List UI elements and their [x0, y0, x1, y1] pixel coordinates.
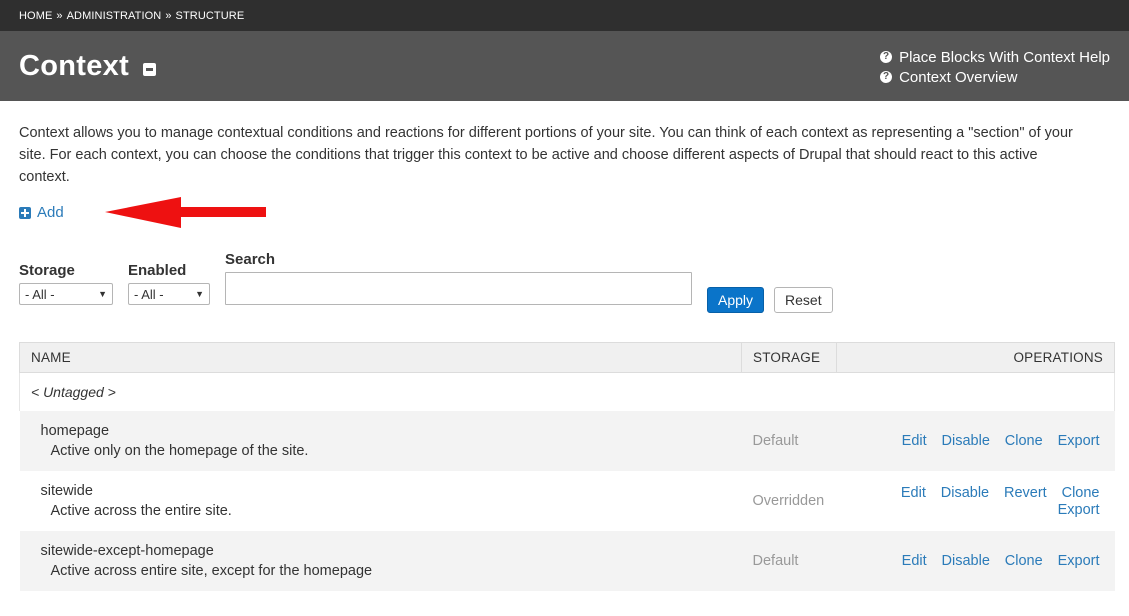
page-header: Context ? Place Blocks With Context Help…: [0, 31, 1129, 101]
intro-text: Context allows you to manage contextual …: [19, 125, 1073, 185]
disable-link[interactable]: Disable: [942, 433, 990, 449]
export-link[interactable]: Export: [1058, 433, 1100, 449]
storage-cell: Default: [741, 410, 837, 471]
help-links: ? Place Blocks With Context Help ? Conte…: [880, 47, 1110, 86]
storage-select-value: - All -: [25, 286, 55, 302]
storage-cell: Default: [741, 530, 837, 591]
breadcrumb-separator: »: [165, 9, 172, 22]
enabled-select[interactable]: - All - ▼: [128, 283, 210, 305]
name-cell: homepage Active only on the homepage of …: [19, 410, 742, 471]
storage-cell: Overridden: [741, 470, 837, 531]
page-title-wrap: Context: [19, 49, 157, 83]
caret-down-icon: ▼: [195, 289, 204, 299]
storage-filter-label: Storage: [19, 262, 75, 279]
disable-link[interactable]: Disable: [942, 553, 990, 569]
context-description: Active across the entire site.: [50, 502, 232, 519]
caret-down-icon: ▼: [98, 289, 107, 299]
context-name: homepage: [40, 422, 110, 439]
table-row: sitewide-except-homepage Active across e…: [19, 530, 1115, 591]
breadcrumb-administration[interactable]: ADMINISTRATION: [67, 10, 162, 22]
help-link-label: Place Blocks With Context Help: [899, 48, 1110, 66]
storage-filter: Storage - All - ▼: [19, 262, 113, 305]
table-row: sitewide Active across the entire site. …: [19, 470, 1115, 531]
plus-icon: [19, 206, 31, 219]
storage-select[interactable]: - All - ▼: [19, 283, 113, 305]
context-table: NAME STORAGE OPERATIONS < Untagged > hom…: [19, 342, 1115, 591]
tag-group-label: < Untagged >: [19, 372, 1115, 411]
search-input[interactable]: [225, 272, 692, 305]
search-filter-label: Search: [225, 251, 276, 268]
breadcrumb: HOME » ADMINISTRATION » STRUCTURE: [0, 0, 1129, 31]
context-description: Active only on the homepage of the site.: [50, 442, 309, 459]
breadcrumb-structure[interactable]: STRUCTURE: [176, 10, 245, 22]
name-cell: sitewide-except-homepage Active across e…: [19, 530, 742, 591]
tag-group-row: < Untagged >: [19, 372, 1115, 411]
operations-cell: Edit Disable Revert Clone Export: [836, 470, 1115, 531]
filter-form: Storage - All - ▼ Enabled - All - ▼ Sear…: [19, 245, 1110, 313]
apply-button[interactable]: Apply: [707, 287, 765, 313]
storage-column-header[interactable]: STORAGE: [741, 342, 837, 373]
name-column-header[interactable]: NAME: [19, 342, 742, 373]
clone-link[interactable]: Clone: [1005, 553, 1043, 569]
export-link[interactable]: Export: [1058, 553, 1100, 569]
context-name: sitewide: [40, 482, 93, 499]
enabled-filter-label: Enabled: [128, 262, 187, 279]
operations-column-header: OPERATIONS: [836, 342, 1115, 373]
disable-link[interactable]: Disable: [941, 485, 989, 501]
context-description: Active across entire site, except for th…: [50, 562, 373, 579]
add-context-link[interactable]: Add: [19, 204, 64, 221]
place-blocks-help-link[interactable]: ? Place Blocks With Context Help: [880, 49, 1110, 66]
enabled-filter: Enabled - All - ▼: [128, 262, 210, 305]
clone-link[interactable]: Clone: [1005, 433, 1043, 449]
breadcrumb-home[interactable]: HOME: [19, 10, 52, 22]
revert-link[interactable]: Revert: [1004, 485, 1047, 501]
edit-link[interactable]: Edit: [902, 553, 927, 569]
edit-link[interactable]: Edit: [901, 485, 926, 501]
reset-button[interactable]: Reset: [774, 287, 833, 313]
enabled-select-value: - All -: [134, 286, 164, 302]
page-title: Context: [19, 49, 130, 82]
question-icon: ?: [880, 71, 893, 83]
table-row: homepage Active only on the homepage of …: [19, 410, 1115, 471]
help-link-label: Context Overview: [899, 68, 1018, 86]
search-filter: Search: [225, 251, 692, 305]
context-overview-link[interactable]: ? Context Overview: [880, 69, 1110, 86]
context-name: sitewide-except-homepage: [40, 542, 214, 559]
export-link[interactable]: Export: [1058, 502, 1100, 518]
add-row: Add: [19, 197, 1110, 242]
operations-cell: Edit Disable Clone Export: [836, 530, 1115, 591]
table-header-row: NAME STORAGE OPERATIONS: [19, 342, 1115, 373]
edit-link[interactable]: Edit: [902, 433, 927, 449]
collapse-icon[interactable]: [143, 62, 157, 76]
add-label: Add: [37, 204, 64, 221]
clone-link[interactable]: Clone: [1062, 485, 1100, 501]
name-cell: sitewide Active across the entire site.: [19, 470, 742, 531]
question-icon: ?: [880, 51, 893, 63]
operations-cell: Edit Disable Clone Export: [836, 410, 1115, 471]
annotation-arrow-icon: [105, 197, 266, 228]
main-content: Context allows you to manage contextual …: [0, 122, 1129, 591]
breadcrumb-separator: »: [56, 9, 63, 22]
